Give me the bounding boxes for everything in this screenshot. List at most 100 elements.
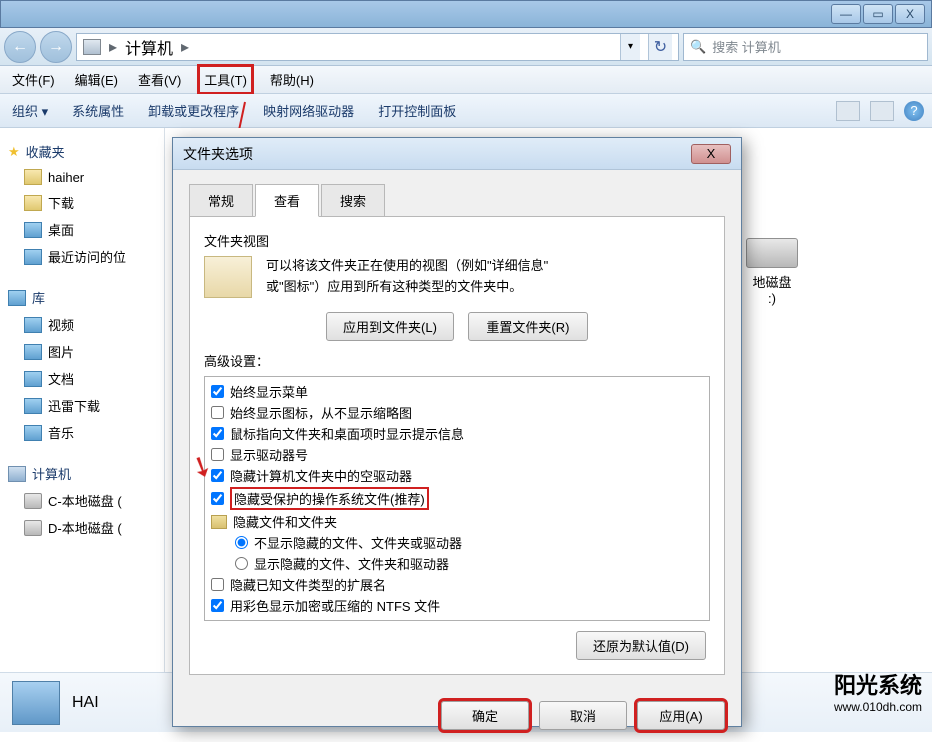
picture-icon — [24, 344, 42, 360]
back-button[interactable]: ← — [4, 31, 36, 63]
toolbar-uninstall[interactable]: 卸载或更改程序 — [148, 101, 239, 120]
address-dropdown-icon[interactable]: ▾ — [620, 34, 640, 60]
setting-label: 不显示隐藏的文件、文件夹或驱动器 — [254, 533, 462, 552]
sidebar: ★收藏夹 haiher 下载 桌面 最近访问的位 库 视频 图片 文档 迅雷下载… — [0, 128, 165, 728]
restore-defaults-button[interactable]: 还原为默认值(D) — [576, 631, 706, 660]
setting-label: 显示驱动器号 — [230, 445, 308, 464]
menu-file[interactable]: 文件(F) — [8, 67, 59, 92]
folder-view-icon — [204, 256, 252, 298]
setting-label: 隐藏受保护的操作系统文件(推荐) — [230, 487, 429, 510]
search-icon: 🔍 — [690, 39, 706, 55]
sidebar-item-downloads[interactable]: 下载 — [4, 189, 160, 216]
search-placeholder: 搜索 计算机 — [712, 37, 781, 56]
advanced-setting-item[interactable]: 隐藏受保护的操作系统文件(推荐) — [209, 486, 705, 511]
advanced-settings-list[interactable]: 始终显示菜单始终显示图标，从不显示缩略图鼠标指向文件夹和桌面项时显示提示信息显示… — [204, 376, 710, 621]
toolbar-organize[interactable]: 组织 ▾ — [12, 101, 48, 120]
tab-general[interactable]: 常规 — [189, 184, 253, 216]
checkbox[interactable] — [211, 385, 224, 398]
radio[interactable] — [235, 536, 248, 549]
tab-view[interactable]: 查看 — [255, 184, 319, 217]
preview-pane-icon[interactable] — [870, 101, 894, 121]
advanced-setting-item[interactable]: 用彩色显示加密或压缩的 NTFS 文件 — [209, 595, 705, 616]
search-input[interactable]: 🔍 搜索 计算机 — [683, 33, 928, 61]
folder-icon — [24, 195, 42, 211]
sidebar-item-documents[interactable]: 文档 — [4, 365, 160, 392]
star-icon: ★ — [8, 144, 20, 160]
sidebar-libraries-header[interactable]: 库 — [4, 284, 160, 311]
refresh-icon[interactable]: ↻ — [648, 34, 672, 60]
help-icon[interactable]: ? — [904, 101, 924, 121]
computer-large-icon — [12, 681, 60, 725]
sidebar-item-haiher[interactable]: haiher — [4, 165, 160, 189]
folder-options-dialog: 文件夹选项 X 常规 查看 搜索 文件夹视图 可以将该文件夹正在使用的视图（例如… — [172, 137, 742, 727]
breadcrumb-location[interactable]: 计算机 — [125, 35, 173, 59]
sidebar-item-drive-d[interactable]: D-本地磁盘 ( — [4, 514, 160, 541]
minimize-button[interactable]: — — [831, 4, 861, 24]
advanced-setting-item[interactable]: 始终显示菜单 — [209, 381, 705, 402]
advanced-setting-item[interactable]: 鼠标指向文件夹和桌面项时显示提示信息 — [209, 423, 705, 444]
menu-tools[interactable]: 工具(T) — [197, 64, 254, 95]
download-icon — [24, 398, 42, 414]
advanced-setting-item[interactable]: 始终显示图标，从不显示缩略图 — [209, 402, 705, 423]
advanced-setting-item[interactable]: 不显示隐藏的文件、文件夹或驱动器 — [209, 532, 705, 553]
sidebar-item-pictures[interactable]: 图片 — [4, 338, 160, 365]
menu-view[interactable]: 查看(V) — [134, 67, 185, 92]
setting-label: 始终显示图标，从不显示缩略图 — [230, 403, 412, 422]
advanced-setting-item[interactable]: 显示隐藏的文件、文件夹和驱动器 — [209, 553, 705, 574]
setting-label: 隐藏文件和文件夹 — [233, 512, 337, 531]
drive-item[interactable]: 地磁盘 :) — [732, 238, 812, 288]
navigation-bar: ← → ▸ 计算机 ▸ ▾ ↻ 🔍 搜索 计算机 — [0, 28, 932, 66]
computer-icon — [83, 39, 101, 55]
sidebar-item-recent[interactable]: 最近访问的位 — [4, 243, 160, 270]
ok-button[interactable]: 确定 — [441, 701, 529, 730]
forward-button[interactable]: → — [40, 31, 72, 63]
checkbox[interactable] — [211, 599, 224, 612]
toolbar-system-properties[interactable]: 系统属性 — [72, 101, 124, 120]
advanced-setting-item[interactable]: 隐藏已知文件类型的扩展名 — [209, 574, 705, 595]
sidebar-computer-header[interactable]: 计算机 — [4, 460, 160, 487]
folder-view-description: 可以将该文件夹正在使用的视图（例如"详细信息" 或"图标"）应用到所有这种类型的… — [266, 256, 710, 298]
sidebar-item-music[interactable]: 音乐 — [4, 419, 160, 446]
sidebar-item-drive-c[interactable]: C-本地磁盘 ( — [4, 487, 160, 514]
checkbox[interactable] — [211, 469, 224, 482]
cancel-button[interactable]: 取消 — [539, 701, 627, 730]
advanced-settings-label: 高级设置： — [204, 351, 710, 370]
dialog-titlebar: 文件夹选项 X — [173, 138, 741, 170]
radio[interactable] — [235, 557, 248, 570]
apply-button[interactable]: 应用(A) — [637, 701, 725, 730]
tab-search[interactable]: 搜索 — [321, 184, 385, 216]
sidebar-favorites-header[interactable]: ★收藏夹 — [4, 138, 160, 165]
advanced-setting-item[interactable]: 隐藏计算机文件夹中的空驱动器 — [209, 465, 705, 486]
sidebar-item-thunder[interactable]: 迅雷下载 — [4, 392, 160, 419]
sidebar-item-desktop[interactable]: 桌面 — [4, 216, 160, 243]
setting-label: 隐藏计算机文件夹中的空驱动器 — [230, 466, 412, 485]
watermark: 阳光系统 www.010dh.com — [834, 668, 922, 714]
menu-edit[interactable]: 编辑(E) — [71, 67, 122, 92]
advanced-setting-item[interactable]: 显示驱动器号 — [209, 444, 705, 465]
address-bar[interactable]: ▸ 计算机 ▸ ▾ ↻ — [76, 33, 679, 61]
apply-to-folders-button[interactable]: 应用到文件夹(L) — [326, 312, 454, 341]
reset-folders-button[interactable]: 重置文件夹(R) — [468, 312, 588, 341]
recent-icon — [24, 249, 42, 265]
advanced-setting-item[interactable]: 隐藏文件和文件夹 — [209, 511, 705, 532]
checkbox[interactable] — [211, 578, 224, 591]
menu-help[interactable]: 帮助(H) — [266, 67, 318, 92]
maximize-button[interactable]: ▭ — [863, 4, 893, 24]
checkbox[interactable] — [211, 406, 224, 419]
dialog-close-button[interactable]: X — [691, 144, 731, 164]
tab-content-view: 文件夹视图 可以将该文件夹正在使用的视图（例如"详细信息" 或"图标"）应用到所… — [189, 217, 725, 675]
menu-bar: 文件(F) 编辑(E) 查看(V) 工具(T) 帮助(H) — [0, 66, 932, 94]
dialog-tabs: 常规 查看 搜索 — [189, 184, 725, 217]
breadcrumb-sep-icon: ▸ — [109, 37, 117, 57]
checkbox[interactable] — [211, 492, 224, 505]
details-name: HAI — [72, 694, 99, 712]
document-icon — [24, 371, 42, 387]
toolbar-control-panel[interactable]: 打开控制面板 — [378, 101, 456, 120]
sidebar-item-videos[interactable]: 视频 — [4, 311, 160, 338]
drive-icon — [746, 238, 798, 268]
toolbar-map-drive[interactable]: 映射网络驱动器 — [263, 101, 354, 120]
close-button[interactable]: X — [895, 4, 925, 24]
checkbox[interactable] — [211, 427, 224, 440]
view-options-icon[interactable] — [836, 101, 860, 121]
desktop-icon — [24, 222, 42, 238]
